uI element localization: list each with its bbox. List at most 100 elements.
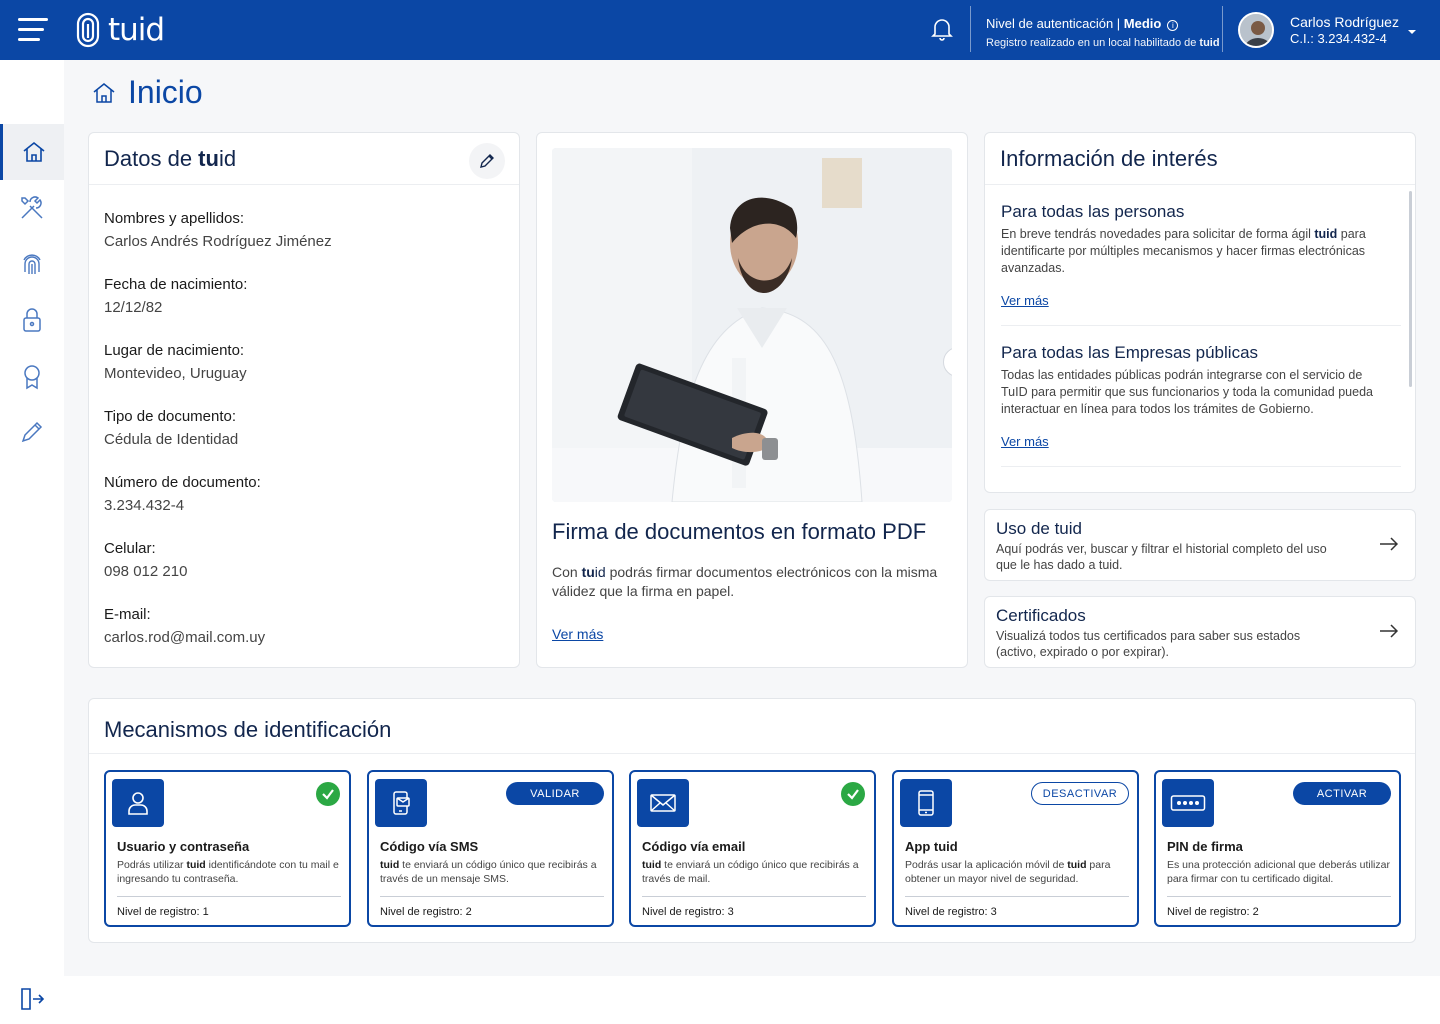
info-item-link[interactable]: Ver más xyxy=(1001,434,1049,449)
info-item-body: Todas las entidades públicas podrán inte… xyxy=(1001,368,1373,416)
field-label: E-mail: xyxy=(104,606,151,623)
scrollbar[interactable] xyxy=(1409,191,1412,387)
pencil-icon xyxy=(480,154,494,168)
sidebar-item-home[interactable] xyxy=(0,124,64,180)
info-item-body: En breve tendrás novedades para solicita… xyxy=(1001,227,1366,275)
field-label: Lugar de nacimiento: xyxy=(104,342,245,359)
promo-card: Firma de documentos en formato PDF Con t… xyxy=(536,132,968,668)
datos-title: Datos de tuid xyxy=(104,146,237,171)
mechanism-desc: tuid te enviará un código único que reci… xyxy=(642,859,859,885)
page-title-text: Inicio xyxy=(128,74,203,110)
desactivar-button[interactable]: DESACTIVAR xyxy=(1031,782,1129,805)
avatar[interactable] xyxy=(1238,12,1274,48)
mechanism-card[interactable]: VALIDAR Código vía SMS tuid te enviará u… xyxy=(367,770,614,927)
certificados-card[interactable]: Certificados Visualizá todos tus certifi… xyxy=(984,596,1416,668)
sidebar-item-security[interactable] xyxy=(0,292,64,348)
mechanism-divider xyxy=(117,896,341,897)
footer-area xyxy=(64,976,1440,1024)
mechanism-card[interactable]: ACTIVAR PIN de firma Es una protección a… xyxy=(1154,770,1401,927)
home-icon xyxy=(93,82,115,103)
pin-icon xyxy=(1162,779,1214,827)
promo-link[interactable]: Ver más xyxy=(552,626,603,642)
mechanism-card[interactable]: Usuario y contraseña Podrás utilizar tui… xyxy=(104,770,351,927)
field-label: Fecha de nacimiento: xyxy=(104,276,248,293)
auth-level-label: Nivel de autenticación | xyxy=(986,16,1124,31)
mechanism-desc: tuid te enviará un código único que reci… xyxy=(380,859,597,885)
info-title: Información de interés xyxy=(1000,146,1218,171)
mechanism-desc: Podrás utilizar tuid identificándote con… xyxy=(117,859,339,885)
mechanism-name: Usuario y contraseña xyxy=(117,839,250,854)
mechanism-divider xyxy=(905,896,1129,897)
header-divider xyxy=(1222,6,1223,52)
promo-title: Firma de documentos en formato PDF xyxy=(552,519,927,544)
item-divider xyxy=(1001,466,1401,467)
uso-card[interactable]: Uso de tuid Aquí podrás ver, buscar y fi… xyxy=(984,509,1416,581)
registro-text: Registro realizado en un local habilitad… xyxy=(986,37,1200,49)
email-icon xyxy=(637,779,689,827)
card-divider xyxy=(89,184,519,185)
logo-text: tuid xyxy=(108,12,165,48)
lock-icon xyxy=(23,308,41,332)
certificados-desc: Visualizá todos tus certificados para sa… xyxy=(996,629,1301,659)
mechanism-name: Código vía SMS xyxy=(380,839,479,854)
fingerprint-icon xyxy=(23,254,41,274)
info-icon[interactable]: i xyxy=(1167,20,1179,31)
user-name[interactable]: Carlos Rodríguez xyxy=(1290,14,1399,30)
header-divider xyxy=(970,6,971,52)
mechanism-divider xyxy=(380,896,604,897)
home-icon xyxy=(23,141,44,162)
item-divider xyxy=(1001,325,1401,326)
field-value: carlos.rod@mail.com.uy xyxy=(104,629,266,646)
sidebar xyxy=(0,60,64,1024)
user-ci: C.I.: 3.234.432-4 xyxy=(1290,31,1387,46)
mechanism-card[interactable]: Código vía email tuid te enviará un códi… xyxy=(629,770,876,927)
chevron-down-icon[interactable] xyxy=(1406,24,1418,42)
sms-icon xyxy=(375,779,427,827)
auth-level-value: Medio xyxy=(1123,16,1162,31)
card-divider xyxy=(89,753,1415,754)
mechanism-name: App tuid xyxy=(905,839,958,854)
field-label: Número de documento: xyxy=(104,474,261,491)
page-title: Inicio xyxy=(92,74,203,111)
certificados-title: Certificados xyxy=(996,606,1086,625)
mechanism-name: PIN de firma xyxy=(1167,839,1243,854)
mechanism-desc: Es una protección adicional que deberás … xyxy=(1167,859,1390,885)
check-icon xyxy=(316,782,340,806)
mechanism-card[interactable]: DESACTIVAR App tuid Podrás usar la aplic… xyxy=(892,770,1139,927)
mobile-icon xyxy=(900,779,952,827)
menu-icon[interactable] xyxy=(18,18,50,42)
validar-button[interactable]: VALIDAR xyxy=(506,782,604,805)
activar-button[interactable]: ACTIVAR xyxy=(1293,782,1391,805)
mechanism-level: Nivel de registro: 3 xyxy=(642,906,734,918)
mechanism-level: Nivel de registro: 1 xyxy=(117,906,209,918)
field-value: 098 012 210 xyxy=(104,563,188,580)
info-item-title: Para todas las personas xyxy=(1001,202,1185,221)
promo-image xyxy=(552,148,952,502)
mecanismos-title: Mecanismos de identificación xyxy=(104,717,392,742)
registro-brand: tuid xyxy=(1199,37,1220,49)
mechanism-name: Código vía email xyxy=(642,839,746,854)
uso-desc: Aquí podrás ver, buscar y filtrar el his… xyxy=(996,542,1327,572)
arrow-right-icon[interactable] xyxy=(1379,536,1399,557)
mechanism-level: Nivel de registro: 2 xyxy=(1167,906,1259,918)
tools-icon xyxy=(21,196,43,219)
sidebar-item-biometrics[interactable] xyxy=(0,236,64,292)
auth-level: Nivel de autenticación | Medio i Registro… xyxy=(986,16,1220,51)
mechanism-level: Nivel de registro: 3 xyxy=(905,906,997,918)
arrow-right-icon[interactable] xyxy=(1379,623,1399,644)
logout-icon[interactable] xyxy=(18,986,46,1017)
logo[interactable]: tuid xyxy=(74,10,165,50)
mechanism-divider xyxy=(642,896,866,897)
bell-icon[interactable] xyxy=(930,16,954,47)
edit-button[interactable] xyxy=(469,143,505,179)
datos-card: Datos de tuid Nombres y apellidos: Carlo… xyxy=(88,132,520,668)
sidebar-item-signature[interactable] xyxy=(0,404,64,460)
sidebar-item-tools[interactable] xyxy=(0,180,64,236)
sidebar-item-certificates[interactable] xyxy=(0,348,64,404)
field-value: Carlos Andrés Rodríguez Jiménez xyxy=(104,233,332,250)
field-value: 3.234.432-4 xyxy=(104,497,185,514)
promo-desc: Con tuid podrás firmar documentos electr… xyxy=(552,564,938,599)
pen-icon xyxy=(21,421,43,443)
info-item-link[interactable]: Ver más xyxy=(1001,293,1049,308)
field-label: Tipo de documento: xyxy=(104,408,237,425)
